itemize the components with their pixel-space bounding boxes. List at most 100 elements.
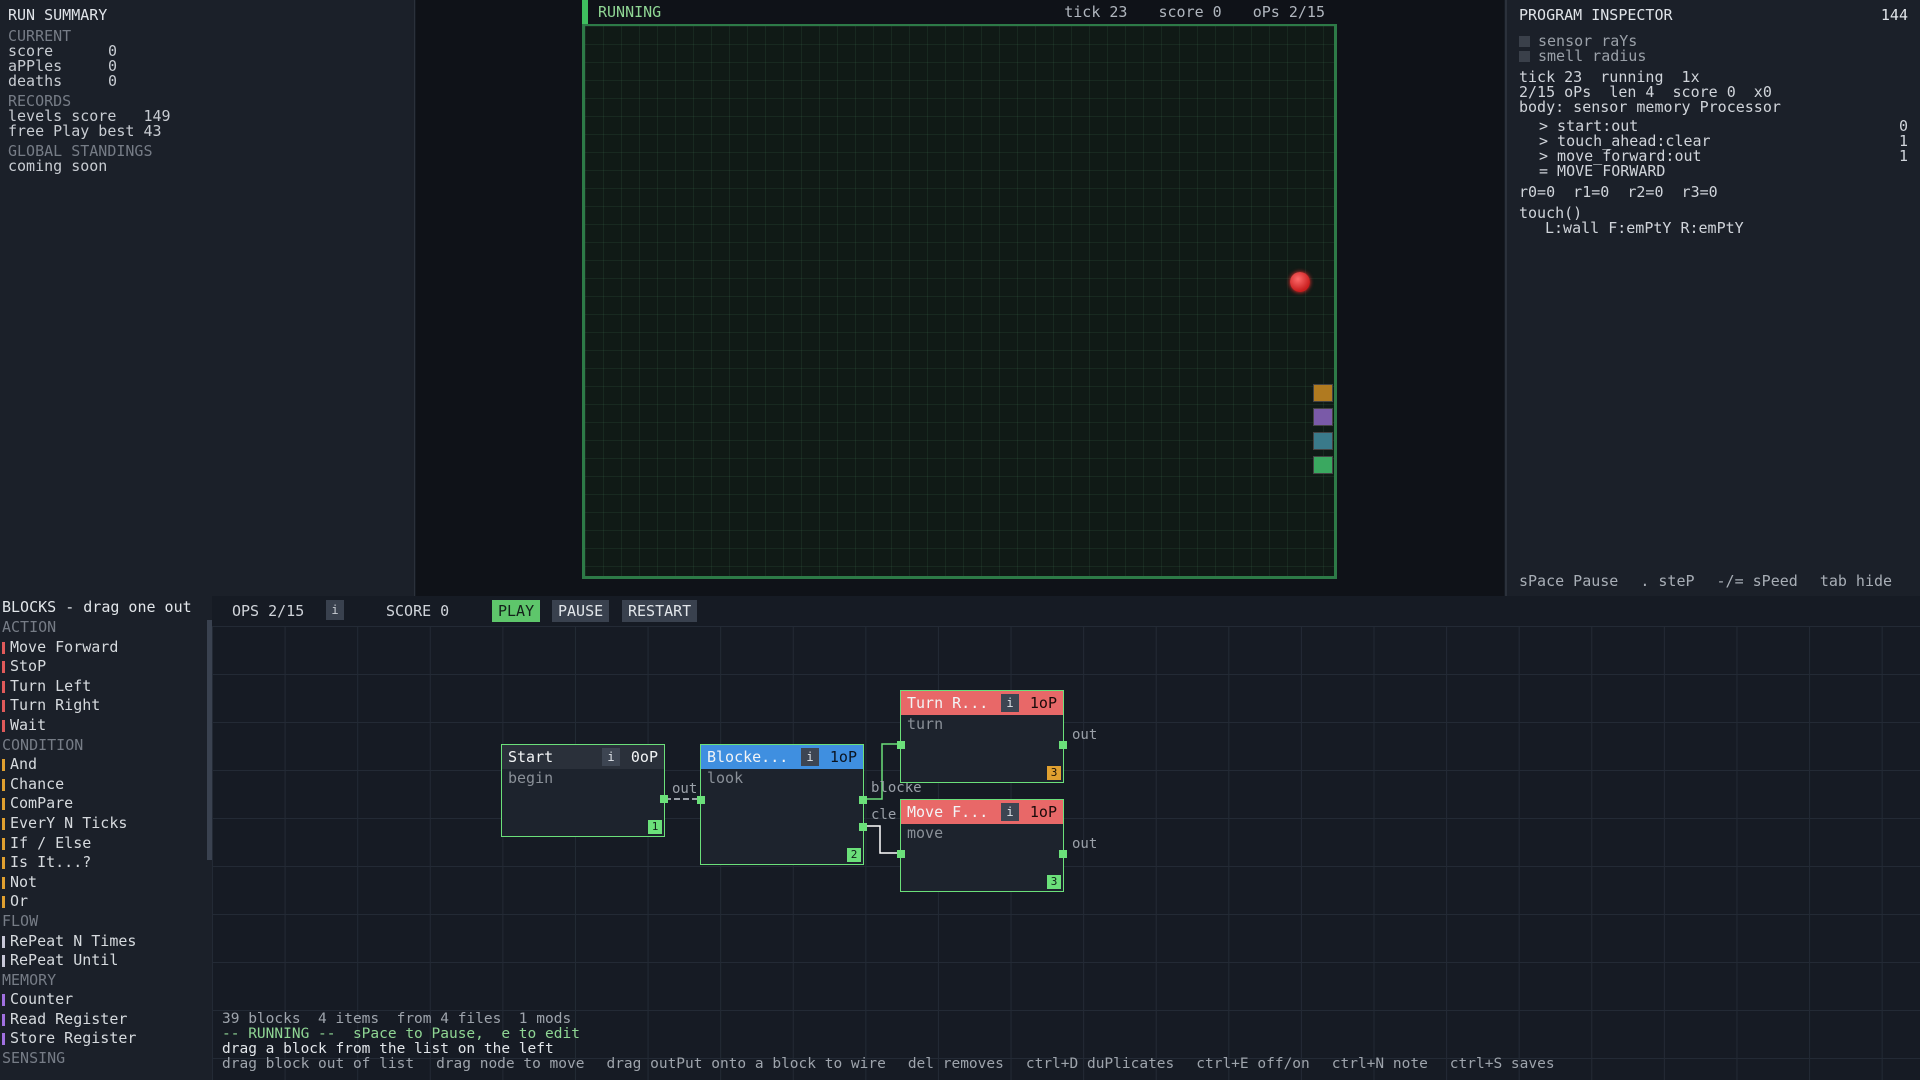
tool-icon-1[interactable] <box>1313 384 1333 402</box>
score-display: SCORE 0 <box>386 602 450 620</box>
node-number: 3 <box>1047 875 1061 889</box>
category-condition: CONDITION <box>2 735 84 754</box>
node-title: Start <box>508 748 554 766</box>
free-play-best: free Play best 43 <box>8 122 162 140</box>
block-not[interactable]: Not <box>0 873 212 893</box>
tool-icon-3[interactable] <box>1313 432 1333 450</box>
block-counter[interactable]: Counter <box>0 990 212 1010</box>
footer-keys: drag block out of list drag node to move d… <box>222 1056 1555 1072</box>
run-status: RUNNING <box>582 0 661 24</box>
checkbox-icon[interactable] <box>1519 36 1530 47</box>
block-compare[interactable]: ComPare <box>0 794 212 814</box>
checkbox-icon[interactable] <box>1519 51 1530 62</box>
output-port[interactable] <box>1059 850 1067 858</box>
info-icon[interactable]: i <box>1001 803 1019 821</box>
game-header: RUNNING tick 23 score 0 oPs 2/15 <box>582 0 1337 24</box>
footer-stats: 39 blocks 4 items from 4 files 1 mods <box>222 1011 572 1027</box>
node-subtitle: turn <box>907 715 944 733</box>
inspector-hints: sPace Pause. steP -/= sPeed tab hide <box>1519 572 1893 590</box>
node-move-forward[interactable]: Move F... i 1oP move 3 <box>897 799 1067 892</box>
global-standings-value: coming soon <box>8 157 108 175</box>
game-score: score 0 <box>1158 3 1222 21</box>
block-is-it[interactable]: Is It...? <box>0 853 212 873</box>
node-title: Move F... <box>907 803 989 821</box>
node-title: Turn R... <box>907 694 989 712</box>
ops-counter: OPS 2/15 <box>232 602 305 620</box>
program-inspector-panel: PROGRAM INSPECTOR 144 sensor raYs smell … <box>1505 0 1920 596</box>
info-icon[interactable]: i <box>1001 694 1019 712</box>
node-blocked[interactable]: Blocke... i 1oP look 2 <box>697 744 867 865</box>
block-repeat-until[interactable]: RePeat Until <box>0 951 212 971</box>
pause-button[interactable]: PAUSE <box>552 600 610 622</box>
category-flow: FLOW <box>2 911 39 930</box>
trace-step: = MOVE FORWARD <box>1539 162 1666 180</box>
node-turn-right[interactable]: Turn R... i 1oP turn 3 <box>897 690 1067 783</box>
node-ops: 1oP <box>1029 803 1057 821</box>
block-turn-right[interactable]: Turn Right <box>0 696 212 716</box>
editor-footer: 39 blocks 4 items from 4 files 1 mods --… <box>222 1012 1577 1072</box>
tool-icon-2[interactable] <box>1313 408 1333 426</box>
node-number: 1 <box>648 820 662 834</box>
node-title: Blocke... <box>707 748 789 766</box>
node-subtitle: move <box>907 824 944 842</box>
block-or[interactable]: Or <box>0 892 212 912</box>
output-port[interactable] <box>660 795 668 803</box>
block-stop[interactable]: StoP <box>0 657 212 677</box>
node-editor-canvas[interactable] <box>212 596 1920 1080</box>
output-port-clear[interactable] <box>859 823 867 831</box>
block-every-n-ticks[interactable]: EverY N Ticks <box>0 814 212 834</box>
port-label-clear: cle <box>871 807 897 823</box>
output-port-blocked[interactable] <box>859 796 867 804</box>
port-label-out: out <box>1072 727 1098 743</box>
editor-toolbar: OPS 2/15 i SCORE 0 PLAY PAUSE RESTART <box>212 596 1920 626</box>
run-summary-panel: RUN SUMMARY CURRENT score 0 aPPles 0 death… <box>0 0 415 596</box>
input-port[interactable] <box>697 796 705 804</box>
input-port[interactable] <box>897 850 905 858</box>
info-icon[interactable]: i <box>801 748 819 766</box>
play-button[interactable]: PLAY <box>492 600 541 622</box>
game-ops: oPs 2/15 <box>1252 3 1325 21</box>
input-port[interactable] <box>897 741 905 749</box>
category-sensing: SENSING <box>2 1049 66 1068</box>
block-and[interactable]: And <box>0 755 212 775</box>
stat-deaths: deaths 0 <box>8 72 118 90</box>
inspector-count: 144 <box>1880 6 1908 24</box>
stat-apples: aPPles 0 <box>8 57 118 75</box>
info-icon[interactable]: i <box>602 748 620 766</box>
node-subtitle: look <box>707 769 744 787</box>
palette-title: BLOCKS - drag one out <box>2 598 192 616</box>
registers-line: r0=0 r1=0 r2=0 r3=0 <box>1519 183 1718 201</box>
port-label-out: out <box>1072 836 1098 852</box>
block-turn-left[interactable]: Turn Left <box>0 677 212 697</box>
block-store-register[interactable]: Store Register <box>0 1029 212 1049</box>
node-ops: 1oP <box>829 748 857 766</box>
block-chance[interactable]: Chance <box>0 775 212 795</box>
node-ops: 0oP <box>630 748 658 766</box>
block-if-else[interactable]: If / Else <box>0 834 212 854</box>
block-read-register[interactable]: Read Register <box>0 1010 212 1030</box>
output-port[interactable] <box>1059 741 1067 749</box>
game-arena[interactable] <box>582 24 1337 579</box>
toggle-smell-radius[interactable]: smell radius <box>1519 49 1908 64</box>
footer-hint: drag a block from the list on the left <box>222 1041 554 1057</box>
game-stats: tick 23 score 0 oPs 2/15 <box>1042 0 1325 24</box>
save-icon[interactable] <box>1313 456 1333 474</box>
inspector-title: PROGRAM INSPECTOR <box>1519 6 1673 24</box>
category-memory: MEMORY <box>2 970 57 989</box>
node-number: 2 <box>847 848 861 862</box>
node-start[interactable]: Start i 0oP begin 1 <box>501 744 668 837</box>
inspector-body-line: body: sensor memory Processor <box>1519 98 1781 116</box>
footer-running: -- RUNNING -- sPace to Pause, e to edit <box>222 1026 580 1042</box>
block-move-forward[interactable]: Move Forward <box>0 638 212 658</box>
info-icon[interactable]: i <box>326 600 344 620</box>
node-ops: 1oP <box>1029 694 1057 712</box>
category-action: ACTION <box>2 618 57 636</box>
block-wait[interactable]: Wait <box>0 716 212 736</box>
current-label: CURRENT <box>8 27 72 45</box>
restart-button[interactable]: RESTART <box>622 600 698 622</box>
blocks-palette: BLOCKS - drag one out ACTION Move Forwar… <box>0 596 212 1080</box>
port-label-out: out <box>672 781 698 797</box>
game-tick: tick 23 <box>1064 3 1128 21</box>
node-subtitle: begin <box>508 769 554 787</box>
block-repeat-n-times[interactable]: RePeat N Times <box>0 932 212 952</box>
